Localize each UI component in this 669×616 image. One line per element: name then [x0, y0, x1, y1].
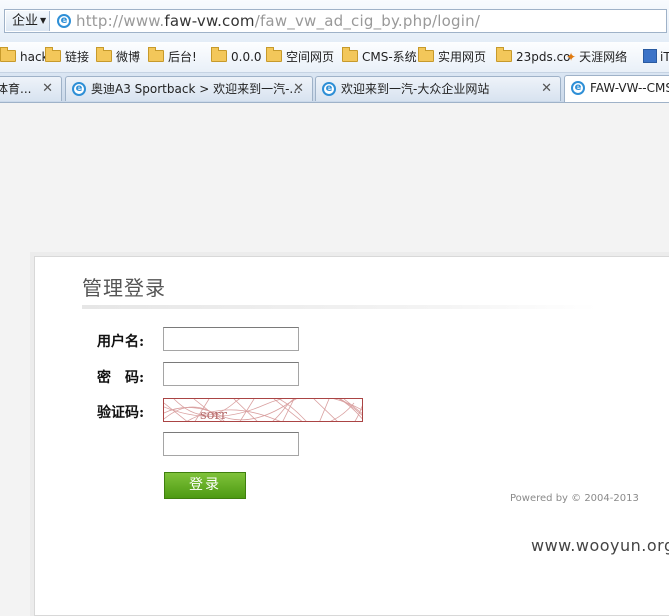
folder-icon: [418, 47, 434, 62]
favorite-label: 空间网页: [286, 50, 335, 64]
watermark: www.wooyun.org: [531, 536, 669, 555]
favorite-item[interactable]: ✦ 天涯网络: [566, 48, 627, 66]
favorite-label: 0.0.0: [231, 50, 262, 64]
favorite-item[interactable]: iT: [643, 48, 669, 66]
tab-label: 欢迎来到一汽-大众企业网站: [341, 82, 490, 96]
favorite-item[interactable]: CMS-系统: [342, 47, 417, 66]
captcha-noise: sorr: [164, 399, 362, 422]
zone-dropdown[interactable]: 企业 ▼: [6, 11, 50, 31]
folder-icon: [96, 47, 112, 62]
url-prefix: http://www.: [76, 12, 165, 30]
ie-page-icon: e: [72, 82, 86, 96]
tab-bar: 体育... ✕ e 奥迪A3 Sportback > 欢迎来到一汽-... ✕ …: [0, 73, 669, 103]
close-icon[interactable]: ✕: [42, 77, 53, 101]
folder-icon: [0, 47, 16, 62]
login-button[interactable]: 登录: [164, 472, 246, 499]
tab-faw-cms[interactable]: e FAW-VW--CMS 3: [564, 75, 669, 102]
tab-label: 体育...: [0, 82, 32, 96]
favorite-label: CMS-系统: [362, 50, 417, 64]
password-input[interactable]: [163, 362, 299, 386]
favorite-label: 后台!: [168, 50, 197, 64]
captcha-label: 验证码:: [97, 405, 145, 421]
address-field[interactable]: 企业 ▼ e http://www.faw-vw.com/faw_vw_ad_ci…: [4, 9, 667, 33]
favorite-label: 链接: [65, 50, 90, 64]
folder-icon: [266, 47, 282, 62]
tab-faw-site[interactable]: e 欢迎来到一汽-大众企业网站 ✕: [315, 76, 561, 101]
favorite-label: 微博: [116, 50, 141, 64]
password-label: 密 码:: [97, 370, 145, 386]
ie-page-icon: e: [322, 82, 336, 96]
favorite-label: 23pds.co: [516, 50, 571, 64]
close-icon[interactable]: ✕: [541, 77, 552, 101]
url-text[interactable]: http://www.faw-vw.com/faw_vw_ad_cig_by.p…: [76, 11, 480, 31]
favorite-item[interactable]: 23pds.co: [496, 47, 571, 66]
favorite-item[interactable]: 后台!: [148, 47, 197, 66]
tab-label: 奥迪A3 Sportback > 欢迎来到一汽-...: [91, 82, 301, 96]
folder-icon: [342, 47, 358, 62]
tab-label: FAW-VW--CMS 3: [590, 81, 669, 95]
login-panel: 管理登录 用户名: 密 码: 验证码: sorr 登录 Powered by ©…: [34, 256, 669, 616]
folder-icon: [211, 47, 227, 62]
favorite-item[interactable]: 空间网页: [266, 47, 335, 66]
tab-sports[interactable]: 体育... ✕: [0, 76, 62, 101]
ie-page-icon: e: [571, 81, 585, 95]
folder-icon: [496, 47, 512, 62]
powered-by: Powered by © 2004-2013: [510, 493, 639, 504]
username-input[interactable]: [163, 327, 299, 351]
address-bar: 企业 ▼ e http://www.faw-vw.com/faw_vw_ad_ci…: [0, 0, 669, 42]
page-content: 管理登录 用户名: 密 码: 验证码: sorr 登录 Powered by ©…: [0, 103, 669, 616]
favorite-label: 天涯网络: [579, 50, 628, 64]
captcha-image[interactable]: sorr: [163, 398, 363, 422]
tab-audi[interactable]: e 奥迪A3 Sportback > 欢迎来到一汽-... ✕: [65, 76, 313, 101]
tianya-icon: ✦: [566, 50, 577, 64]
favorite-label: iT: [660, 50, 669, 64]
username-label: 用户名:: [97, 334, 145, 350]
favorites-bar: hack 链接 微博 后台! 0.0.0 空间网页 CMS-系统 实用网页 23…: [0, 42, 669, 73]
favorite-item[interactable]: 微博: [96, 47, 141, 66]
title-divider: [82, 305, 597, 309]
captcha-input[interactable]: [163, 432, 299, 456]
favorite-item[interactable]: hack: [0, 47, 49, 66]
url-domain: faw-vw.com: [164, 12, 255, 30]
favorite-item[interactable]: 0.0.0: [211, 47, 262, 66]
favorite-item[interactable]: 实用网页: [418, 47, 487, 66]
captcha-text: sorr: [200, 408, 228, 422]
folder-icon: [45, 47, 61, 62]
zone-label: 企业: [12, 13, 39, 29]
close-icon[interactable]: ✕: [293, 77, 304, 101]
folder-icon: [148, 47, 164, 62]
chevron-down-icon: ▼: [40, 16, 47, 25]
ie-page-icon: e: [57, 14, 71, 28]
favorite-label: 实用网页: [438, 50, 487, 64]
page-title: 管理登录: [82, 276, 166, 300]
it-icon: [643, 49, 657, 63]
favorite-item[interactable]: 链接: [45, 47, 90, 66]
url-path: /faw_vw_ad_cig_by.php/login/: [254, 12, 481, 30]
